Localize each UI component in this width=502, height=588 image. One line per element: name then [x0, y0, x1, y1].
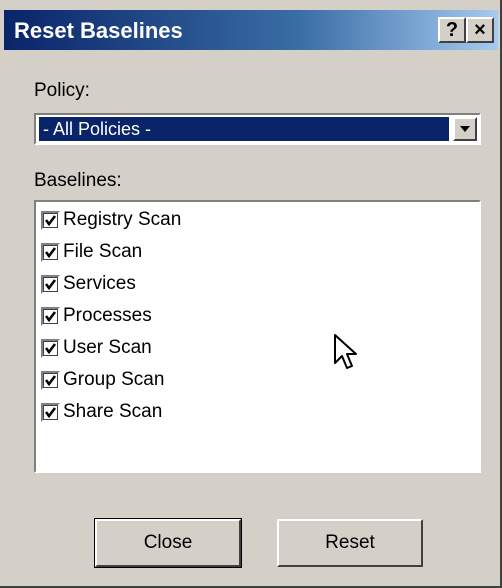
baseline-item-file-scan[interactable]: File Scan — [41, 238, 142, 266]
dialog-title: Reset Baselines — [14, 18, 183, 43]
list-item-label: Services — [63, 273, 136, 294]
list-item-label: Processes — [63, 305, 152, 326]
checkmark-icon — [45, 246, 56, 258]
help-button[interactable]: ? — [438, 17, 466, 43]
mouse-pointer-icon — [334, 334, 357, 369]
chevron-down-icon — [460, 126, 470, 132]
reset-button[interactable]: Reset — [277, 519, 423, 567]
baseline-item-user-scan[interactable]: User Scan — [41, 334, 152, 362]
checkbox[interactable] — [41, 274, 60, 294]
close-window-button[interactable]: × — [466, 17, 494, 43]
reset-baselines-dialog: Reset Baselines ? × Policy: - All Polici… — [0, 0, 502, 588]
baseline-item-services[interactable]: Services — [41, 270, 136, 298]
checkbox[interactable] — [41, 402, 60, 422]
policy-select[interactable]: - All Policies - — [34, 113, 481, 145]
baseline-item-share-scan[interactable]: Share Scan — [41, 398, 162, 426]
baselines-label: Baselines: — [34, 170, 122, 191]
list-item-label: Registry Scan — [63, 209, 182, 230]
checkbox[interactable] — [41, 242, 60, 262]
list-item-label: File Scan — [63, 241, 143, 262]
checkmark-icon — [45, 278, 56, 290]
dropdown-button[interactable] — [453, 117, 477, 141]
baselines-list[interactable]: Registry Scan File Scan Services Process… — [34, 200, 481, 473]
policy-select-value[interactable]: - All Policies - — [39, 117, 449, 141]
checkmark-icon — [45, 214, 56, 226]
checkbox[interactable] — [41, 338, 60, 358]
close-button[interactable]: Close — [94, 518, 242, 568]
checkmark-icon — [45, 342, 56, 354]
checkmark-icon — [45, 374, 56, 386]
checkbox[interactable] — [41, 370, 60, 390]
baseline-item-processes[interactable]: Processes — [41, 302, 152, 330]
checkbox[interactable] — [41, 306, 60, 326]
list-item-label: Share Scan — [63, 401, 163, 422]
baseline-item-registry-scan[interactable]: Registry Scan — [41, 206, 181, 234]
title-bar[interactable]: Reset Baselines ? × — [4, 10, 498, 50]
list-item-label: User Scan — [63, 337, 152, 358]
checkbox[interactable] — [41, 210, 60, 230]
checkmark-icon — [45, 406, 56, 418]
checkmark-icon — [45, 310, 56, 322]
policy-label: Policy: — [34, 80, 90, 101]
list-item-label: Group Scan — [63, 369, 165, 390]
baseline-item-group-scan[interactable]: Group Scan — [41, 366, 164, 394]
